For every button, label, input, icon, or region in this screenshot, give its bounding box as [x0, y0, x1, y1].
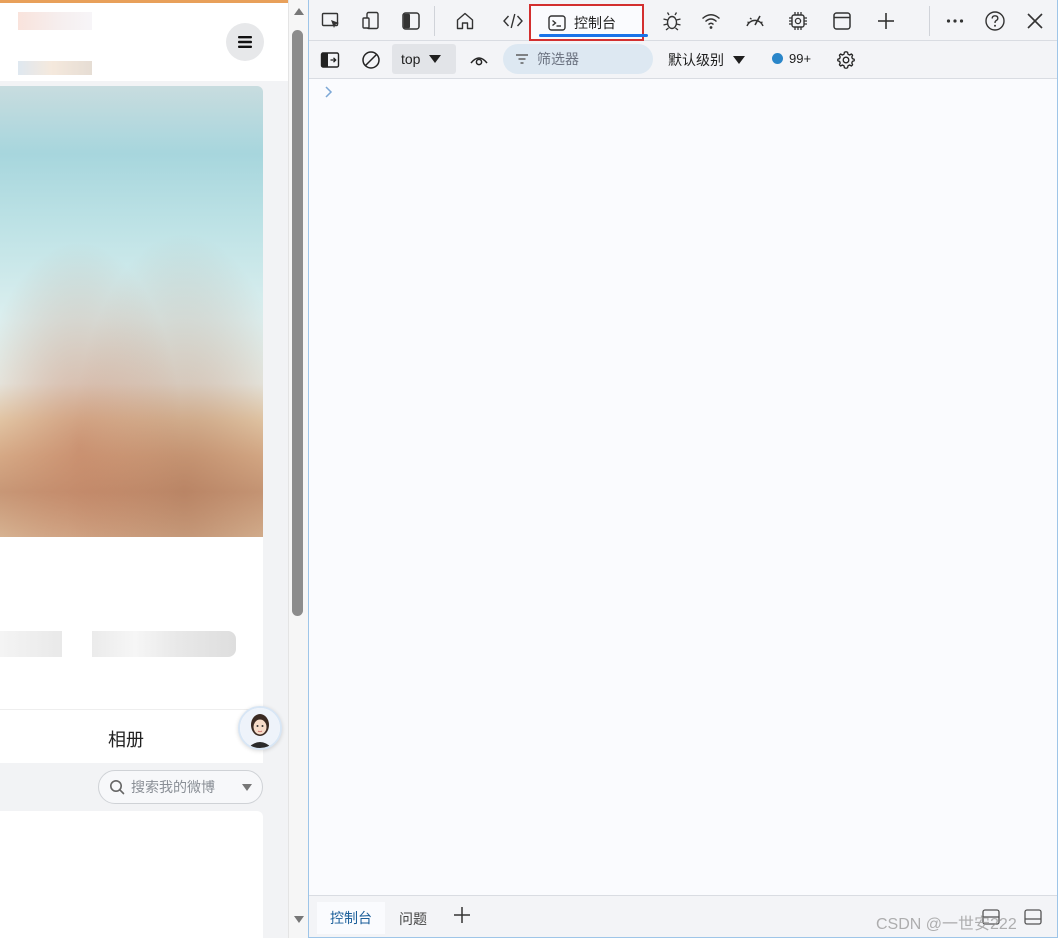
console-prompt-chevron-icon[interactable]: [323, 84, 335, 100]
close-icon[interactable]: [1023, 9, 1047, 33]
tab-album[interactable]: 相册: [108, 726, 144, 752]
elements-code-icon[interactable]: [501, 9, 525, 33]
chevron-down-icon: [733, 56, 745, 64]
page-header: [0, 3, 288, 81]
blurred-profile-text-1: [0, 631, 62, 657]
devtools-tab-bar: 控制台: [309, 0, 1057, 41]
filter-placeholder: 筛选器: [537, 52, 579, 68]
context-value: top: [401, 51, 421, 67]
show-sidebar-icon[interactable]: [319, 49, 341, 71]
user-avatar[interactable]: [238, 706, 282, 750]
devtools-drawer: 控制台 问题: [309, 895, 1057, 937]
memory-chip-icon[interactable]: [786, 9, 810, 33]
blurred-profile-text-2: [92, 631, 236, 657]
drawer-tab-issues[interactable]: 问题: [399, 909, 427, 929]
avatar-girl-icon: [240, 708, 280, 748]
selected-tab-underline: [539, 34, 648, 37]
device-emulation-icon[interactable]: [359, 9, 383, 33]
context-selector[interactable]: top: [392, 44, 456, 74]
blurred-username: [18, 61, 92, 75]
issue-message-icon: [772, 53, 783, 64]
console-settings-gear-icon[interactable]: [835, 49, 857, 71]
search-row: 搜索我的微博: [0, 763, 288, 811]
network-wifi-icon[interactable]: [699, 9, 723, 33]
drawer-tab-console[interactable]: 控制台: [317, 902, 385, 934]
devtools-panel: 控制台 top 筛选器 默认级别 99+ 控制台 问题: [308, 0, 1058, 938]
clear-console-icon[interactable]: [360, 49, 382, 71]
console-toolbar: top 筛选器 默认级别 99+: [309, 41, 1057, 79]
tab-separator: [434, 6, 435, 36]
issues-counter[interactable]: 99+: [772, 51, 811, 66]
hamburger-menu-icon: [238, 36, 252, 48]
log-level-value: 默认级别: [668, 53, 724, 69]
tab-console[interactable]: 控制台: [529, 4, 648, 41]
add-tool-icon[interactable]: [874, 9, 898, 33]
dock-sidebar-icon[interactable]: [399, 9, 423, 33]
drawer-add-icon[interactable]: [452, 905, 472, 925]
scroll-down-arrow-icon[interactable]: [294, 916, 304, 923]
sources-bug-icon[interactable]: [660, 9, 684, 33]
issue-count: 99+: [789, 51, 812, 66]
page-preview: 相册 搜索我的微博: [0, 0, 288, 938]
console-icon: [548, 14, 566, 31]
home-icon[interactable]: [453, 9, 477, 33]
blurred-logo: [18, 12, 92, 30]
filter-icon: [516, 54, 528, 64]
console-filter-input[interactable]: 筛选器: [503, 44, 653, 74]
profile-info-card: [0, 537, 263, 709]
tab-console-label: 控制台: [574, 15, 616, 32]
tab-separator: [929, 6, 930, 36]
dock-drawer-icon[interactable]: [981, 908, 1001, 926]
page-scrollbar[interactable]: [288, 0, 308, 938]
application-window-icon[interactable]: [830, 9, 854, 33]
help-icon[interactable]: [983, 9, 1007, 33]
performance-gauge-icon[interactable]: [743, 9, 767, 33]
profile-tab-bar: 相册: [0, 709, 263, 763]
scroll-up-arrow-icon[interactable]: [294, 8, 304, 15]
search-placeholder: 搜索我的微博: [131, 780, 215, 796]
scrollbar-thumb[interactable]: [292, 30, 303, 616]
log-level-selector[interactable]: 默认级别: [668, 50, 745, 70]
weibo-search-input[interactable]: 搜索我的微博: [98, 770, 263, 804]
close-drawer-icon[interactable]: [1023, 908, 1043, 926]
chevron-down-icon: [429, 55, 442, 63]
search-dropdown-icon[interactable]: [242, 784, 252, 791]
feed-card: [0, 811, 263, 938]
live-expression-eye-icon[interactable]: [468, 49, 490, 71]
profile-cover-image: [0, 86, 263, 537]
search-icon: [110, 780, 125, 795]
inspect-element-icon[interactable]: [319, 9, 343, 33]
menu-button[interactable]: [226, 23, 264, 61]
more-tools-icon[interactable]: [943, 9, 967, 33]
